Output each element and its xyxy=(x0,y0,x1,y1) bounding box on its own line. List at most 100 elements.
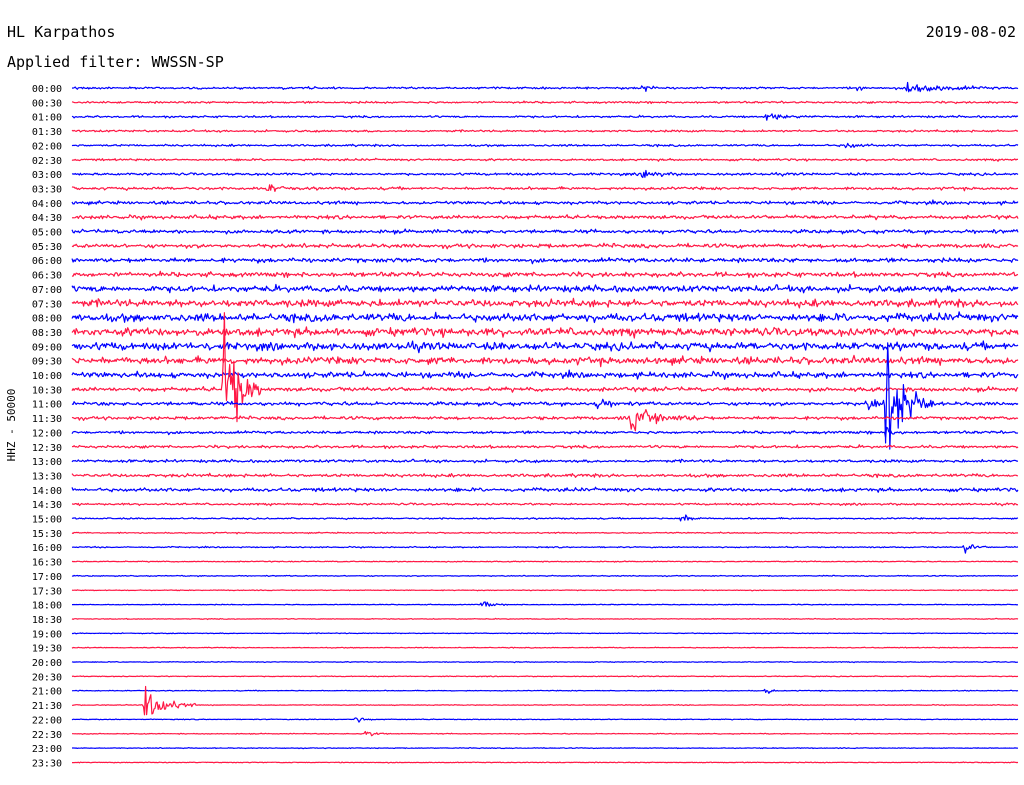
time-tick-label: 01:00 xyxy=(32,113,62,124)
trace-line xyxy=(71,257,1019,265)
trace-line xyxy=(71,326,1019,339)
y-axis-label: HHZ - 50000 xyxy=(5,389,18,462)
trace-line xyxy=(71,426,1019,438)
time-tick-label: 23:00 xyxy=(32,744,62,755)
trace-line xyxy=(71,589,1018,592)
trace-line xyxy=(72,601,1019,607)
time-tick-label: 21:00 xyxy=(32,687,62,698)
station-title: HL Karpathos xyxy=(7,23,115,41)
plot-date: 2019-08-02 xyxy=(926,23,1016,41)
trace-line xyxy=(71,129,1019,133)
trace-line xyxy=(71,369,1019,380)
trace-line xyxy=(71,157,1019,162)
time-tick-label: 00:00 xyxy=(32,84,62,95)
trace-line xyxy=(71,283,1019,294)
time-tick-label: 22:00 xyxy=(32,715,62,726)
time-tick-label: 15:30 xyxy=(32,529,62,540)
time-tick-label: 14:00 xyxy=(32,486,62,497)
trace-line xyxy=(71,717,1019,723)
time-tick-label: 05:00 xyxy=(32,228,62,239)
time-label-layer: 00:00 00:30 01:00 01:30 02:00 02:30 03:00 03:30… xyxy=(32,84,62,769)
trace-line xyxy=(71,81,1019,93)
trace-line xyxy=(72,730,1019,737)
time-tick-label: 13:00 xyxy=(32,457,62,468)
time-tick-label: 08:30 xyxy=(32,328,62,339)
time-tick-label: 23:30 xyxy=(32,758,62,769)
trace-line xyxy=(71,354,1019,368)
time-tick-label: 04:00 xyxy=(32,199,62,210)
time-tick-label: 10:30 xyxy=(32,385,62,396)
time-tick-label: 13:30 xyxy=(32,471,62,482)
time-tick-label: 06:30 xyxy=(32,271,62,282)
trace-line xyxy=(71,311,1019,324)
trace-line xyxy=(72,747,1019,750)
time-tick-label: 16:00 xyxy=(32,543,62,554)
time-tick-label: 01:30 xyxy=(32,127,62,138)
trace-line xyxy=(71,502,1019,507)
time-tick-label: 20:30 xyxy=(32,672,62,683)
time-tick-label: 17:30 xyxy=(32,586,62,597)
trace-line xyxy=(71,270,1019,279)
trace-line xyxy=(71,632,1019,635)
time-tick-label: 08:00 xyxy=(32,314,62,325)
trace-line xyxy=(71,142,1019,149)
time-tick-label: 14:30 xyxy=(32,500,62,511)
time-tick-label: 19:30 xyxy=(32,644,62,655)
time-tick-label: 19:00 xyxy=(32,629,62,640)
time-tick-label: 22:30 xyxy=(32,730,62,741)
trace-line xyxy=(71,531,1019,535)
time-tick-label: 20:00 xyxy=(32,658,62,669)
time-tick-label: 16:30 xyxy=(32,558,62,569)
helicorder-svg: 00:00 00:30 01:00 01:30 02:00 02:30 03:00 03:30… xyxy=(5,23,1019,769)
trace-line xyxy=(71,660,1018,664)
time-tick-label: 12:00 xyxy=(32,428,62,439)
filter-label: Applied filter: WWSSN-SP xyxy=(7,53,224,71)
trace-line xyxy=(71,574,1019,578)
time-tick-label: 21:30 xyxy=(32,701,62,712)
trace-line xyxy=(71,560,1019,563)
time-tick-label: 07:30 xyxy=(32,299,62,310)
trace-line xyxy=(71,646,1019,649)
trace-line xyxy=(71,472,1019,479)
helicorder-plot: 00:00 00:30 01:00 01:30 02:00 02:30 03:00 03:30… xyxy=(0,0,1024,780)
trace-line xyxy=(71,544,1019,554)
trace-line xyxy=(71,409,1019,432)
time-tick-label: 02:30 xyxy=(32,156,62,167)
time-tick-label: 04:30 xyxy=(32,213,62,224)
time-tick-label: 10:00 xyxy=(32,371,62,382)
trace-line xyxy=(71,444,1019,450)
time-tick-label: 03:00 xyxy=(32,170,62,181)
trace-line xyxy=(71,199,1019,206)
trace-line xyxy=(71,228,1019,235)
time-tick-label: 11:30 xyxy=(32,414,62,425)
trace-line xyxy=(71,675,1019,678)
trace-line xyxy=(71,169,1019,179)
trace-line xyxy=(71,113,1019,121)
trace-line xyxy=(71,617,1019,621)
time-tick-label: 05:30 xyxy=(32,242,62,253)
trace-line xyxy=(71,100,1019,105)
trace-line xyxy=(71,486,1019,493)
time-tick-label: 12:30 xyxy=(32,443,62,454)
time-tick-label: 18:30 xyxy=(32,615,62,626)
time-tick-label: 11:00 xyxy=(32,400,62,411)
trace-line xyxy=(72,761,1019,764)
time-tick-label: 02:00 xyxy=(32,141,62,152)
trace-line xyxy=(71,184,1019,192)
trace-line xyxy=(71,514,1019,522)
trace-line xyxy=(71,297,1019,309)
time-tick-label: 03:30 xyxy=(32,184,62,195)
time-tick-label: 07:00 xyxy=(32,285,62,296)
time-tick-label: 09:00 xyxy=(32,342,62,353)
trace-line xyxy=(71,242,1019,250)
trace-layer xyxy=(71,81,1019,764)
trace-line xyxy=(71,214,1019,221)
time-tick-label: 09:30 xyxy=(32,357,62,368)
trace-line xyxy=(71,458,1019,464)
time-tick-label: 18:00 xyxy=(32,601,62,612)
time-tick-label: 15:00 xyxy=(32,515,62,526)
time-tick-label: 00:30 xyxy=(32,98,62,109)
time-tick-label: 06:00 xyxy=(32,256,62,267)
trace-line xyxy=(71,688,1019,694)
time-tick-label: 17:00 xyxy=(32,572,62,583)
